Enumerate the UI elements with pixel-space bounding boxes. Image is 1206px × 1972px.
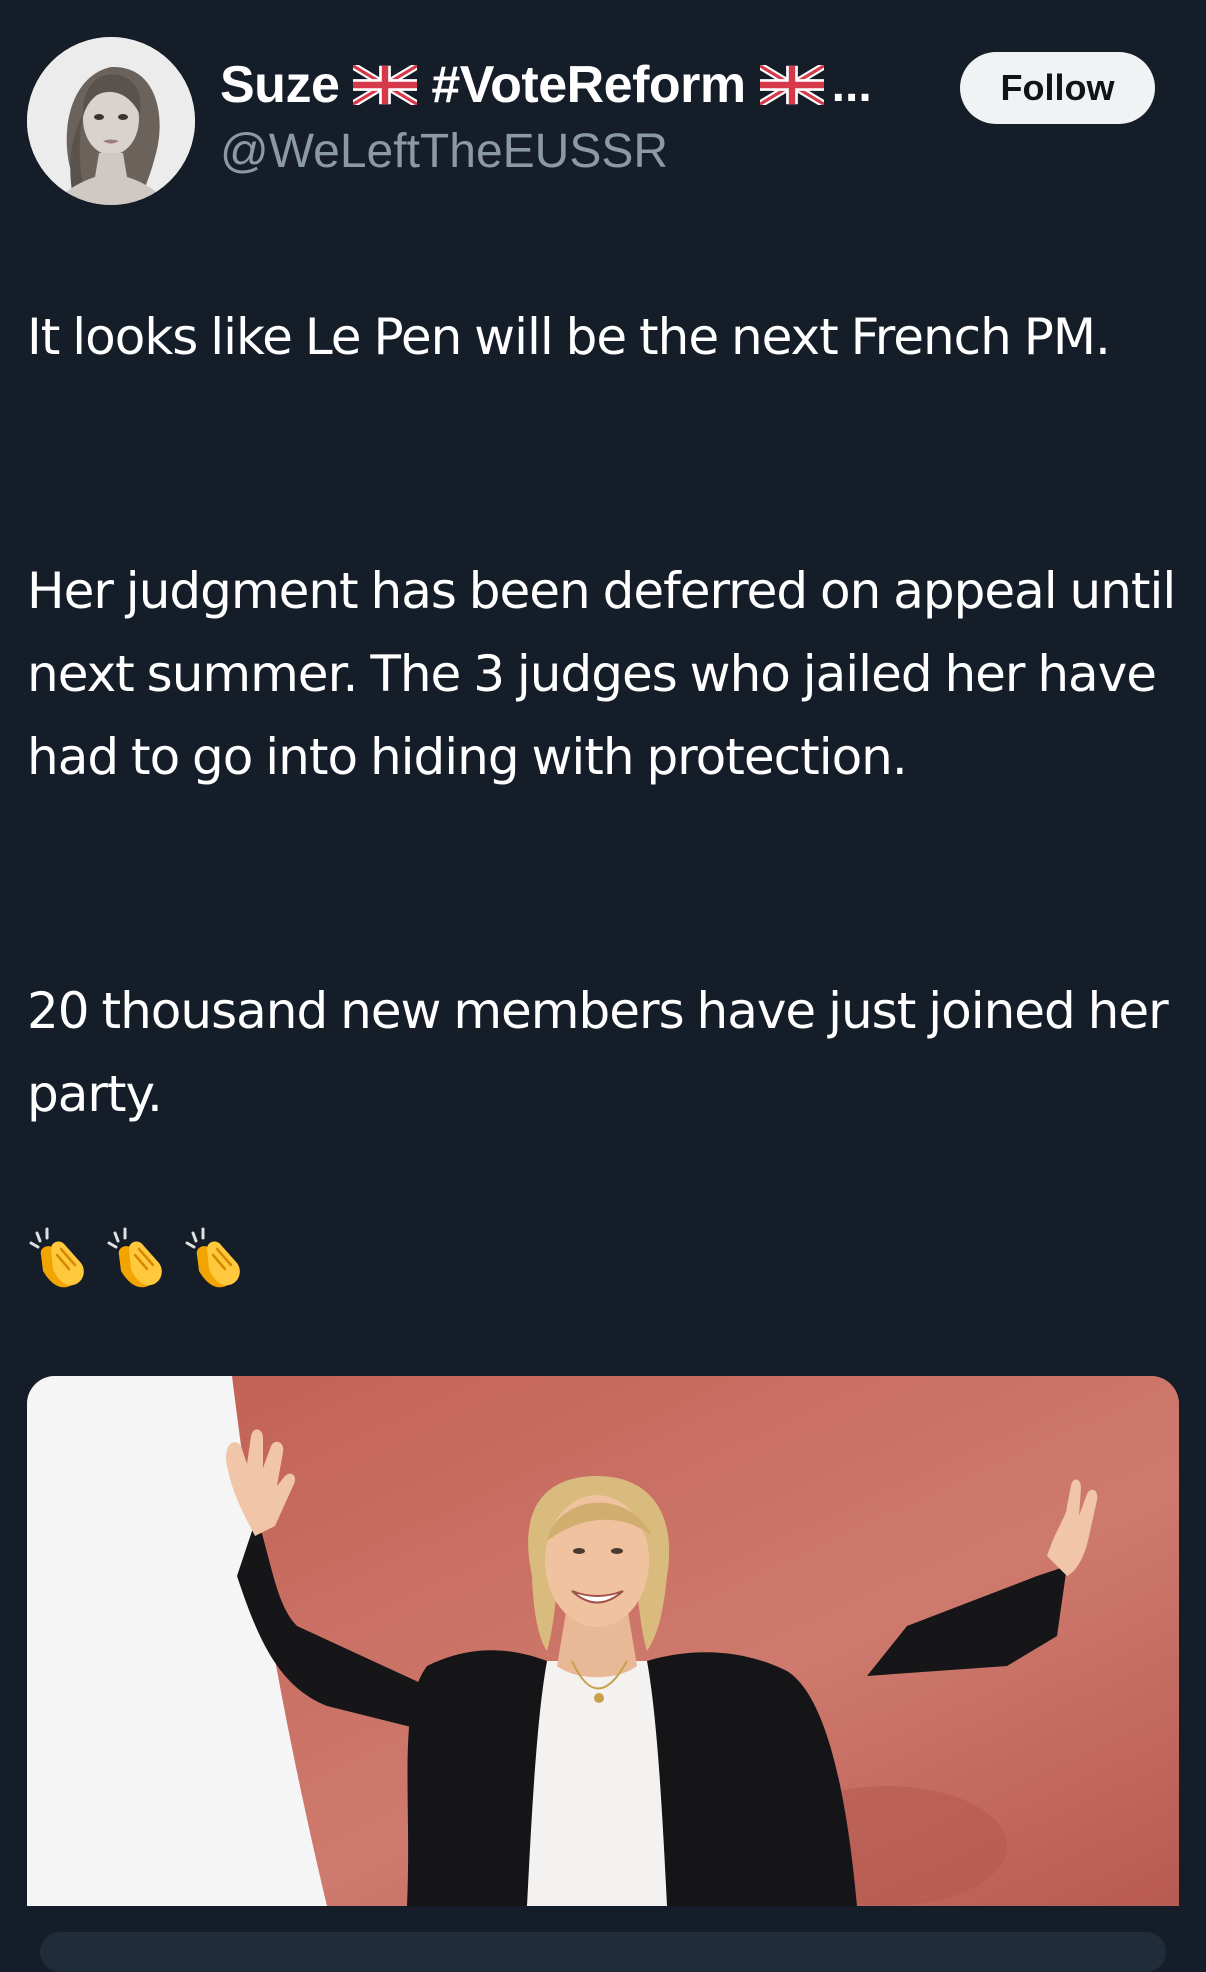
name-truncation: ... bbox=[831, 58, 872, 112]
clapping-hands-icon bbox=[27, 1225, 93, 1291]
uk-flag-icon bbox=[353, 65, 418, 105]
uk-flag-icon bbox=[759, 65, 824, 105]
tweet-paragraph: Her judgment has been deferred on appeal… bbox=[27, 562, 1176, 786]
author-name-row[interactable]: Suze #VoteReform ... bbox=[220, 52, 872, 118]
name-hashtag: #VoteReform bbox=[431, 56, 746, 114]
clapping-hands-icon bbox=[105, 1225, 171, 1291]
emoji-row bbox=[27, 1225, 249, 1291]
tweet-paragraph: 20 thousand new members have just joined… bbox=[27, 982, 1169, 1123]
reply-bar[interactable] bbox=[40, 1932, 1166, 1972]
follow-button[interactable]: Follow bbox=[960, 52, 1155, 124]
avatar[interactable] bbox=[27, 37, 195, 205]
tweet-media-image[interactable] bbox=[27, 1376, 1179, 1906]
tweet-paragraph: It looks like Le Pen will be the next Fr… bbox=[27, 308, 1111, 366]
clapping-hands-icon bbox=[183, 1225, 249, 1291]
tweet-card: Suze #VoteReform ... @WeLeftTheEUSSR Fol… bbox=[0, 0, 1206, 1972]
display-name[interactable]: Suze bbox=[220, 55, 340, 115]
author-handle[interactable]: @WeLeftTheEUSSR bbox=[220, 124, 668, 179]
